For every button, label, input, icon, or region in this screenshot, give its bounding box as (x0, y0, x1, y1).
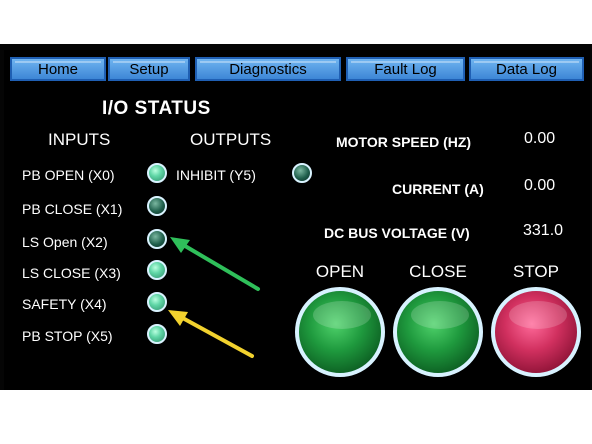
input-indicator-x1 (147, 196, 167, 216)
tab-data-log[interactable]: Data Log (469, 57, 584, 81)
hmi-screen: Home Setup Diagnostics Fault Log Data Lo… (4, 50, 590, 390)
inputs-header: INPUTS (48, 130, 111, 149)
input-label-x0: PB OPEN (X0) (22, 167, 115, 183)
input-indicator-x5 (147, 324, 167, 344)
tab-diagnostics[interactable]: Diagnostics (195, 57, 341, 81)
input-label-x4: SAFETY (X4) (22, 296, 107, 312)
input-indicator-x4 (147, 292, 167, 312)
input-label-x2: LS Open (X2) (22, 234, 108, 250)
input-indicator-x0 (147, 163, 167, 183)
output-label-y5: INHIBIT (Y5) (176, 167, 256, 183)
current-label: CURRENT (A) (392, 181, 484, 197)
outputs-header: OUTPUTS (190, 130, 272, 149)
open-button-label: OPEN (315, 262, 365, 281)
input-indicator-x3 (147, 260, 167, 280)
dc-bus-voltage-label: DC BUS VOLTAGE (V) (324, 225, 470, 241)
close-button[interactable] (393, 287, 483, 377)
current-value: 0.00 (524, 177, 556, 194)
tab-home[interactable]: Home (10, 57, 106, 81)
input-indicator-x2 (147, 229, 167, 249)
stop-button[interactable] (491, 287, 581, 377)
input-label-x5: PB STOP (X5) (22, 328, 113, 344)
close-button-label: CLOSE (409, 262, 467, 281)
motor-speed-label: MOTOR SPEED (HZ) (336, 134, 472, 150)
stop-button-label: STOP (513, 262, 559, 281)
motor-speed-value: 0.00 (524, 130, 556, 147)
output-indicator-y5 (292, 163, 312, 183)
tab-bar: Home Setup Diagnostics Fault Log Data Lo… (10, 57, 584, 83)
input-label-x3: LS CLOSE (X3) (22, 265, 121, 281)
tab-setup[interactable]: Setup (108, 57, 190, 81)
page-title: I/O STATUS (102, 98, 211, 119)
tab-fault-log[interactable]: Fault Log (346, 57, 465, 81)
input-label-x1: PB CLOSE (X1) (22, 201, 123, 217)
dc-bus-voltage-value: 331.0 (523, 222, 564, 239)
open-button[interactable] (295, 287, 385, 377)
